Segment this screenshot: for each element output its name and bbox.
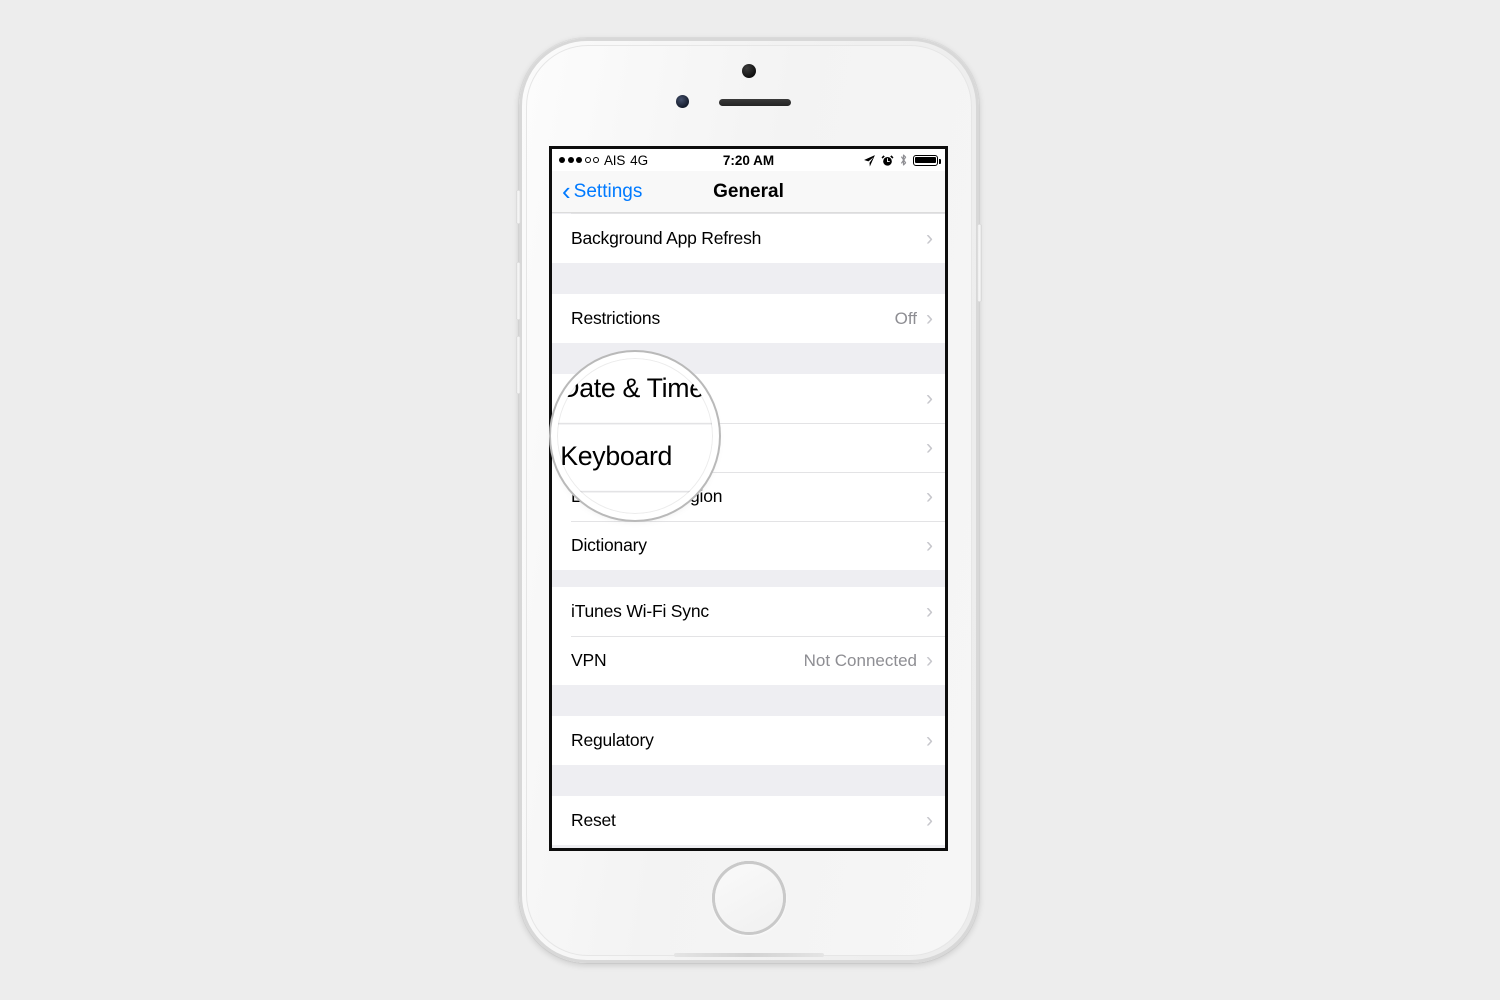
settings-group: Background App Refresh › [552, 214, 945, 263]
bottom-antenna-seam [674, 953, 824, 957]
bluetooth-icon [900, 154, 907, 166]
magnified-row-label: Keyboard [557, 432, 713, 483]
settings-row[interactable]: Regulatory › [552, 716, 945, 765]
settings-row-value: Off [894, 308, 917, 328]
settings-row[interactable]: Background App Refresh › [552, 214, 945, 263]
settings-row-label: Dictionary [571, 535, 647, 555]
settings-group: Restrictions Off › [552, 294, 945, 343]
chevron-right-icon: › [926, 485, 933, 508]
power-button[interactable] [977, 224, 982, 302]
settings-section-gap [552, 570, 945, 587]
chevron-right-icon: › [926, 600, 933, 623]
magnifier-content: Date & Time Keyboard Language & [557, 358, 713, 514]
battery-icon [913, 154, 942, 166]
chevron-right-icon: › [926, 307, 933, 330]
magnified-row-label: Date & Time [557, 364, 713, 415]
settings-row-label: Background App Refresh [571, 228, 762, 248]
navigation-bar: ‹ Settings General [552, 171, 945, 213]
silence-switch[interactable] [516, 190, 521, 224]
settings-row-label: Restrictions [571, 308, 661, 328]
settings-row[interactable]: VPN Not Connected › [552, 636, 945, 685]
volume-down-button[interactable] [516, 336, 521, 394]
settings-group: Regulatory › [552, 716, 945, 765]
settings-section-gap [552, 765, 945, 796]
settings-row-label: iTunes Wi-Fi Sync [571, 601, 709, 621]
network-type-label: 4G [630, 152, 649, 168]
magnifier-callout: Date & Time Keyboard Language & [557, 358, 713, 514]
settings-section-gap [552, 845, 945, 848]
back-button[interactable]: ‹ Settings [562, 175, 643, 206]
settings-row-label: VPN [571, 650, 607, 670]
settings-group: Reset › [552, 796, 945, 845]
settings-row-value: Not Connected [803, 650, 917, 670]
location-arrow-icon [864, 154, 875, 166]
settings-row[interactable]: Restrictions Off › [552, 294, 945, 343]
settings-row[interactable]: Dictionary › [552, 521, 945, 570]
proximity-sensor-icon [676, 95, 689, 108]
settings-section-gap [552, 263, 945, 294]
chevron-right-icon: › [926, 227, 933, 250]
earpiece-speaker [719, 99, 791, 106]
volume-up-button[interactable] [516, 262, 521, 320]
chevron-right-icon: › [926, 649, 933, 672]
screenshot-stage: AIS 4G 7:20 AM ‹ Settings General Backgr… [0, 0, 1500, 1000]
settings-list[interactable]: Background App Refresh›RestrictionsOff›D… [552, 213, 945, 848]
chevron-right-icon: › [926, 809, 933, 832]
status-bar: AIS 4G 7:20 AM [552, 149, 945, 171]
chevron-right-icon: › [926, 729, 933, 752]
signal-strength-icon [559, 157, 599, 163]
back-button-label: Settings [573, 180, 643, 202]
settings-section-gap [552, 685, 945, 716]
settings-row[interactable]: iTunes Wi-Fi Sync › [552, 587, 945, 636]
chevron-right-icon: › [926, 436, 933, 459]
chevron-right-icon: › [926, 534, 933, 557]
magnified-row-label: Language & [557, 500, 713, 514]
status-bar-right [863, 153, 942, 167]
settings-row[interactable]: Reset › [552, 796, 945, 845]
magnified-row-separator [557, 490, 713, 492]
settings-row-label: Regulatory [571, 730, 654, 750]
carrier-label: AIS [604, 152, 626, 168]
settings-row-label: Reset [571, 810, 616, 830]
alarm-clock-icon [881, 154, 894, 166]
home-button[interactable] [712, 861, 786, 935]
chevron-right-icon: › [926, 387, 933, 410]
front-camera-icon [742, 64, 756, 78]
magnified-row-separator [557, 422, 713, 424]
chevron-left-icon: ‹ [562, 175, 571, 206]
status-bar-left: AIS 4G [559, 153, 648, 168]
settings-group: iTunes Wi-Fi Sync › VPN Not Connected › [552, 587, 945, 685]
